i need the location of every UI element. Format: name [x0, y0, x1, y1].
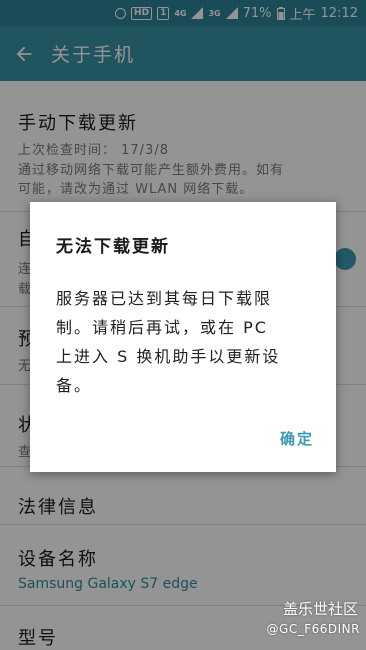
error-dialog: 无法下载更新 服务器已达到其每日下载限 制。请稍后再试，或在 PC 上进入 S …: [30, 202, 336, 472]
dialog-message: 服务器已达到其每日下载限 制。请稍后再试，或在 PC 上进入 S 换机助手以更新…: [56, 284, 320, 400]
watermark-user: @GC_F66DINR: [266, 622, 360, 636]
watermark-logo: 盖乐世社区: [282, 600, 358, 618]
dialog-message-line: 备。: [56, 376, 93, 395]
ok-button[interactable]: 确定: [280, 428, 314, 449]
dialog-message-line: 制。请稍后再试，或在 PC: [56, 318, 268, 337]
dialog-title: 无法下载更新: [56, 237, 170, 257]
dialog-message-line: 服务器已达到其每日下载限: [56, 289, 273, 308]
dialog-message-line: 上进入 S 换机助手以更新设: [56, 347, 281, 366]
